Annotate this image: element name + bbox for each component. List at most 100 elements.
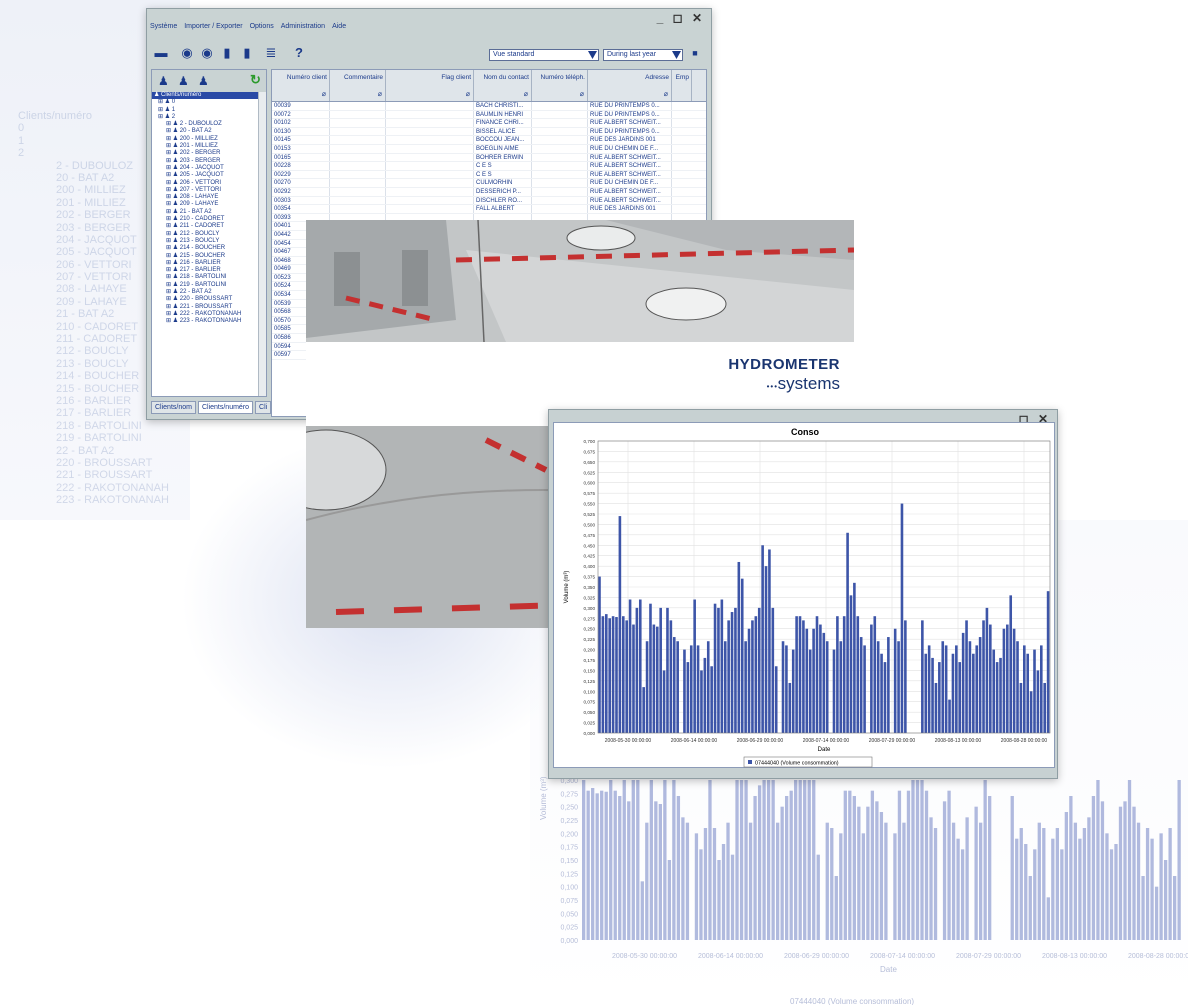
tree-item[interactable]: ⊞ ♟ 200 - MILLIEZ — [152, 136, 260, 143]
table-row[interactable]: 00229 C E S RUE ALBERT SCHWEIT... — [272, 170, 706, 180]
tree-item[interactable]: ⊞ ♟ 212 - BOUCLY — [152, 231, 260, 238]
table-row[interactable]: 00039 BACH CHRISTI... RUE DU PRINTEMPS 0..… — [272, 102, 706, 111]
tree-expand-icon[interactable]: ⊞ — [158, 107, 165, 113]
add-client-icon[interactable]: ♟ — [158, 74, 169, 88]
filter-icon[interactable]: ⌀ — [466, 90, 470, 98]
tree-expand-icon[interactable]: ⊞ — [166, 209, 173, 215]
tree-item[interactable]: ⊞ ♟ 203 - BERGER — [152, 158, 260, 165]
tree-expand-icon[interactable]: ⊞ — [166, 245, 173, 251]
tree-scrollbar[interactable] — [258, 92, 266, 396]
tree-item[interactable]: ⊞ ♟ 202 - BERGER — [152, 150, 260, 157]
tree-expand-icon[interactable]: ⊞ — [166, 296, 173, 302]
tree-item[interactable]: ⊞ ♟ 218 - BARTOLINI — [152, 274, 260, 281]
window-controls[interactable]: _ ◻ ✕ — [657, 11, 705, 25]
table-row[interactable]: 00153 BOEGLIN AIME RUE DU CHEMIN DE F... — [272, 144, 706, 154]
view-select[interactable]: Vue standard — [489, 49, 599, 61]
tree-expand-icon[interactable]: ⊞ — [166, 158, 173, 164]
tree-expand-icon[interactable]: ⊞ — [166, 267, 173, 273]
tree-expand-icon[interactable]: ⊞ — [166, 165, 173, 171]
tree-item[interactable]: ⊞ ♟ 206 - VETTORI — [152, 180, 260, 187]
tree-expand-icon[interactable]: ⊞ — [166, 216, 173, 222]
tree-item[interactable]: ⊞ ♟ 214 - BOUCHER — [152, 245, 260, 252]
help-icon[interactable]: ? — [291, 45, 307, 61]
tree-tab[interactable]: Clients/nom — [151, 401, 196, 414]
tree-expand-icon[interactable]: ⊞ — [166, 143, 173, 149]
menu-item[interactable]: Administration — [281, 23, 325, 30]
tree-expand-icon[interactable]: ⊞ — [166, 304, 173, 310]
tree-expand-icon[interactable]: ⊞ — [166, 194, 173, 200]
table-row[interactable]: 00354 FALL ALBERT RUE DES JARDINS 001 — [272, 205, 706, 214]
tree-item[interactable]: ⊞ ♟ 205 - JACQUOT — [152, 172, 260, 179]
tree-expand-icon[interactable]: ⊞ — [166, 238, 173, 244]
filter-icon[interactable]: ⌀ — [378, 90, 382, 98]
refresh-icon[interactable]: ↻ — [250, 72, 261, 88]
grid-column-header[interactable]: Commentaire ⌀ — [330, 70, 386, 101]
report-icon[interactable]: ≣ — [263, 45, 279, 61]
tree-expand-icon[interactable]: ⊞ — [166, 180, 173, 186]
table-row[interactable]: 00145 BOCCOU JEAN... RUE DES JARDINS 001 — [272, 136, 706, 145]
grid-column-header[interactable]: Nom du contact ⌀ — [474, 70, 532, 101]
filter-icon[interactable]: ⌀ — [580, 90, 584, 98]
grid-column-header[interactable]: Flag client ⌀ — [386, 70, 474, 101]
meter-alt-icon[interactable]: ▮ — [239, 45, 255, 61]
tree-item[interactable]: ⊞ ♟ 21 - BAT A2 — [152, 209, 260, 216]
stop-icon[interactable]: ■ — [687, 45, 703, 61]
grid-column-header[interactable]: Emp — [672, 70, 692, 101]
table-row[interactable]: 00130 BISSEL ALICE RUE DU PRINTEMPS 0... — [272, 127, 706, 137]
tree-expand-icon[interactable]: ⊞ — [166, 253, 173, 259]
tree-item[interactable]: ⊞ ♟ 215 - BOUCHER — [152, 253, 260, 260]
period-select[interactable]: During last year — [603, 49, 683, 61]
tree-expand-icon[interactable]: ⊞ — [158, 99, 165, 105]
tree-expand-icon[interactable]: ⊞ — [166, 128, 173, 134]
tree-item[interactable]: ⊞ ♟ 20 - BAT A2 — [152, 128, 260, 135]
refresh-globe-icon[interactable]: ◉ — [179, 45, 195, 61]
filter-icon[interactable]: ⌀ — [322, 90, 326, 98]
tree-item[interactable]: ⊞ ♟ 221 - BROUSSART — [152, 304, 260, 311]
tree-expand-icon[interactable]: ⊞ — [166, 187, 173, 193]
menu-item[interactable]: Importer / Exporter — [184, 23, 242, 30]
menu-item[interactable]: Système — [150, 23, 177, 30]
table-row[interactable]: 00072 BAUMLIN HENRI RUE DU PRINTEMPS 0... — [272, 110, 706, 120]
tree-tab[interactable]: Cli — [255, 401, 272, 414]
tree-expand-icon[interactable]: ⊞ — [166, 260, 173, 266]
table-row[interactable]: 00270 CULMORHIN RUE DU CHEMIN DE F... — [272, 179, 706, 188]
menu-item[interactable]: Options — [250, 23, 274, 30]
tree-expand-icon[interactable]: ⊞ — [166, 201, 173, 207]
tree-expand-icon[interactable]: ⊞ — [166, 172, 173, 178]
menu-item[interactable]: Aide — [332, 23, 346, 30]
tree-expand-icon[interactable]: ⊞ — [166, 231, 173, 237]
tree-expand-icon[interactable]: ⊞ — [166, 136, 173, 142]
table-row[interactable]: 00165 BOHRER ERWIN RUE ALBERT SCHWEIT... — [272, 153, 706, 163]
tree-item[interactable]: ⊞ ♟ 219 - BARTOLINI — [152, 282, 260, 289]
tree-item[interactable]: ⊞ ♟ 209 - LAHAYE — [152, 201, 260, 208]
tree-item[interactable]: ⊞ ♟ 223 - RAKOTONANAH — [152, 318, 260, 325]
tree-item[interactable]: ⊞ ♟ 220 - BROUSSART — [152, 296, 260, 303]
tree-expand-icon[interactable]: ⊞ — [166, 318, 173, 324]
grid-column-header[interactable]: Numéro téléph. ⌀ — [532, 70, 588, 101]
tree-expand-icon[interactable]: ⊞ — [166, 282, 173, 288]
grid-column-header[interactable]: Numéro client ⌀ — [272, 70, 330, 101]
filter-icon[interactable]: ⌀ — [524, 90, 528, 98]
tree-expand-icon[interactable]: ⊞ — [166, 311, 173, 317]
tree-expand-icon[interactable]: ⊞ — [166, 121, 173, 127]
table-row[interactable]: 00228 C E S RUE ALBERT SCHWEIT... — [272, 162, 706, 171]
table-row[interactable]: 00292 DESSERICH P... RUE ALBERT SCHWEIT... — [272, 187, 706, 197]
tree-tab[interactable]: Clients/numéro — [197, 401, 254, 414]
tree-item[interactable]: ⊞ ♟ 211 - CADORET — [152, 223, 260, 230]
tree-expand-icon[interactable]: ⊞ — [166, 223, 173, 229]
tree-expand-icon[interactable]: ⊞ — [166, 274, 173, 280]
tree-expand-icon[interactable]: ⊞ — [166, 150, 173, 156]
group-clients-icon[interactable]: ♟ — [198, 74, 209, 88]
filter-icon[interactable]: ⌀ — [664, 90, 668, 98]
tree-expand-icon[interactable]: ⊞ — [166, 289, 173, 295]
remove-client-icon[interactable]: ♟ — [178, 74, 189, 88]
tree-expand-icon[interactable]: ⊞ — [158, 114, 165, 120]
meter-icon[interactable]: ▮ — [219, 45, 235, 61]
table-row[interactable]: 00303 DISCHLER RO... RUE ALBERT SCHWEIT... — [272, 196, 706, 206]
table-row[interactable]: 00102 FINANCE CHRI... RUE ALBERT SCHWEIT..… — [272, 119, 706, 128]
grid-column-header[interactable]: Adresse ⌀ — [588, 70, 672, 101]
sync-globe-icon[interactable]: ◉ — [199, 45, 215, 61]
tree-item[interactable]: ⊞ ♟ 0 — [152, 99, 260, 106]
database-icon[interactable]: ▬ — [153, 45, 169, 61]
tree-item[interactable]: ⊞ ♟ 1 — [152, 107, 260, 114]
